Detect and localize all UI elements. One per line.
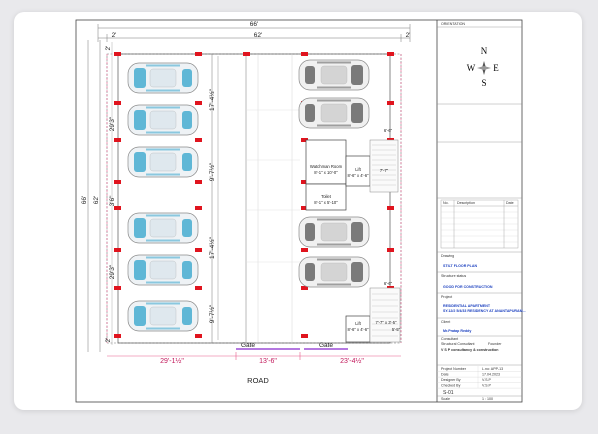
watchman-room-label: Watchman Room bbox=[310, 164, 343, 169]
column bbox=[243, 52, 250, 56]
toilet-label: Toilet bbox=[321, 194, 332, 199]
field-label: Checked By bbox=[441, 384, 461, 388]
scale-value: 1 : 100 bbox=[482, 397, 493, 401]
svg-text:17'-4½": 17'-4½" bbox=[208, 88, 216, 111]
column bbox=[195, 206, 202, 210]
field-value: V.S.P bbox=[482, 378, 491, 382]
column bbox=[114, 52, 121, 56]
svg-text:2': 2' bbox=[105, 46, 112, 51]
car-icon bbox=[127, 104, 199, 136]
field-value: L.no: APP-13 bbox=[482, 367, 503, 371]
road-label: ROAD bbox=[247, 376, 269, 385]
field-label: Project Number bbox=[441, 367, 467, 371]
right-margin-label: 2' bbox=[406, 32, 411, 39]
gate-left-label: Gate bbox=[241, 342, 255, 349]
column bbox=[195, 180, 202, 184]
project-label: Project bbox=[441, 295, 452, 299]
field-label: Date bbox=[441, 373, 449, 377]
left-margin-label: 2' bbox=[112, 32, 117, 39]
svg-text:S: S bbox=[481, 78, 486, 88]
status-value: GOOD FOR CONSTRUCTION bbox=[443, 285, 493, 289]
bottom-dim-middle: 13'-6" bbox=[259, 358, 277, 365]
car-icon bbox=[127, 62, 199, 94]
svg-text:Date: Date bbox=[506, 201, 514, 205]
watchman-room-size: 8'-1" x 10'-0" bbox=[314, 170, 338, 175]
car-icon bbox=[298, 256, 370, 288]
structural-label: Structural Consultant bbox=[441, 342, 475, 346]
lift-top-size: 8'-6" x 4'-6" bbox=[347, 173, 369, 178]
column bbox=[114, 180, 121, 184]
car-icon bbox=[127, 146, 199, 178]
orientation-label: ORIENTATION bbox=[441, 22, 465, 26]
column bbox=[195, 138, 202, 142]
lift-top-label: Lift bbox=[355, 167, 361, 172]
car-icon bbox=[127, 212, 199, 244]
inner-depth-label: 62' bbox=[93, 196, 100, 204]
svg-text:W: W bbox=[467, 63, 476, 73]
svg-text:29'3": 29'3" bbox=[109, 116, 116, 131]
column bbox=[114, 138, 121, 142]
car-icon bbox=[298, 216, 370, 248]
svg-text:9'-7½": 9'-7½" bbox=[208, 304, 216, 323]
svg-text:9'-7½": 9'-7½" bbox=[208, 162, 216, 181]
lift-bottom-label: Lift bbox=[355, 321, 361, 326]
column bbox=[195, 286, 202, 290]
inner-width-label: 62' bbox=[254, 32, 262, 39]
bottom-dim-right: 23'-4½" bbox=[340, 357, 364, 365]
field-label: Designer By bbox=[441, 378, 461, 382]
scale-label: Scale bbox=[441, 397, 450, 401]
overall-depth-label: 66' bbox=[81, 196, 88, 204]
car-icon bbox=[298, 97, 370, 129]
column bbox=[387, 52, 394, 56]
lift-bottom-top: 6'-6" bbox=[384, 281, 393, 286]
column bbox=[301, 334, 308, 338]
svg-text:17'-4½": 17'-4½" bbox=[208, 236, 216, 259]
column bbox=[114, 101, 121, 105]
client-value: Mr.Pratap Reddy bbox=[443, 329, 471, 333]
column bbox=[114, 206, 121, 210]
column bbox=[301, 52, 308, 56]
sheet-number: S-01 bbox=[443, 390, 454, 396]
svg-text:E: E bbox=[493, 63, 499, 73]
svg-text:2': 2' bbox=[105, 338, 112, 343]
svg-text:3'6": 3'6" bbox=[109, 195, 116, 206]
column bbox=[301, 248, 308, 252]
lift-bottom-side: 7'-7" x 3'-5" bbox=[375, 320, 397, 325]
car-icon bbox=[298, 59, 370, 91]
column bbox=[195, 52, 202, 56]
car-icon bbox=[127, 300, 199, 332]
column bbox=[114, 248, 121, 252]
consultant-label: Consultant bbox=[441, 337, 458, 341]
overall-width-label: 66' bbox=[250, 21, 258, 28]
drawing-label: Drawing bbox=[441, 254, 454, 258]
company-value: V S P consultancy & construction bbox=[441, 348, 498, 352]
column bbox=[387, 248, 394, 252]
svg-text:No.: No. bbox=[443, 201, 449, 205]
column bbox=[195, 334, 202, 338]
lift-top-dim: 6'-6" bbox=[384, 128, 393, 133]
lift-bottom-size: 8'-6" x 4'-6" bbox=[347, 327, 369, 332]
svg-text:N: N bbox=[481, 46, 488, 56]
column bbox=[387, 101, 394, 105]
svg-text:29'3": 29'3" bbox=[109, 264, 116, 279]
column bbox=[114, 334, 121, 338]
column bbox=[387, 206, 394, 210]
column bbox=[195, 101, 202, 105]
field-value: V.S.P bbox=[482, 384, 491, 388]
status-label: Structure status bbox=[441, 274, 466, 278]
founder-label: Founder bbox=[488, 342, 502, 346]
gate-right-label: Gate bbox=[319, 342, 333, 349]
drawing-value: STILT FLOOR PLAN bbox=[443, 264, 477, 268]
field-value: 17.04.2023 bbox=[482, 373, 500, 377]
car-icon bbox=[127, 254, 199, 286]
client-label: Client bbox=[441, 320, 450, 324]
svg-text:Description: Description bbox=[457, 201, 475, 205]
toilet-size: 8'-1" x 5'-10" bbox=[314, 200, 338, 205]
lift-bottom-right: 5'-5" bbox=[392, 327, 401, 332]
lift-top-side: 7'-7" bbox=[380, 168, 389, 173]
bottom-dim-left: 29'-1½" bbox=[160, 357, 184, 365]
drawing-canvas: 66' 62' 2' 2' 66' 62' 2' 29'3" 3'6" 29'3… bbox=[75, 19, 526, 403]
column bbox=[114, 286, 121, 290]
column bbox=[195, 248, 202, 252]
